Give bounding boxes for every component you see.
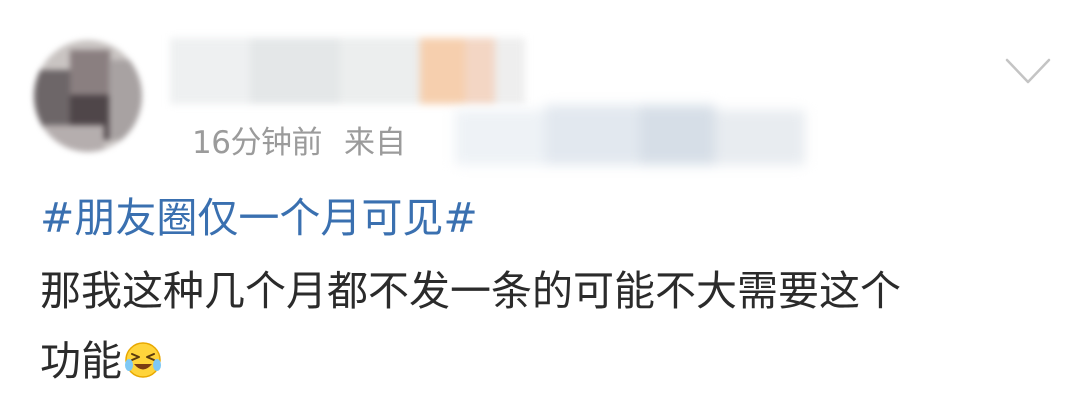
laughing-crying-emoji-icon xyxy=(125,342,161,378)
post-card: 16分钟前 来自 #朋友圈仅一个月可见# 那我这种几个月都不发一条的可能不大需要… xyxy=(0,0,1080,400)
chevron-down-icon[interactable] xyxy=(1004,50,1052,90)
topic-hashtag-link[interactable]: #朋友圈仅一个月可见# xyxy=(40,190,478,246)
post-body: 那我这种几个月都不发一条的可能不大需要这个 功能 xyxy=(40,256,1050,396)
timestamp: 16分钟前 xyxy=(192,124,322,161)
source-prefix: 来自 xyxy=(343,124,406,161)
post-meta: 16分钟前 来自 xyxy=(192,114,406,164)
avatar[interactable] xyxy=(34,40,142,152)
post-body-text: 功能 xyxy=(40,337,122,385)
source-redacted[interactable] xyxy=(455,100,805,175)
post-body-line-last: 功能 xyxy=(40,326,1050,396)
post-body-line: 那我这种几个月都不发一条的可能不大需要这个 xyxy=(40,267,901,315)
username-redacted[interactable] xyxy=(170,38,525,104)
